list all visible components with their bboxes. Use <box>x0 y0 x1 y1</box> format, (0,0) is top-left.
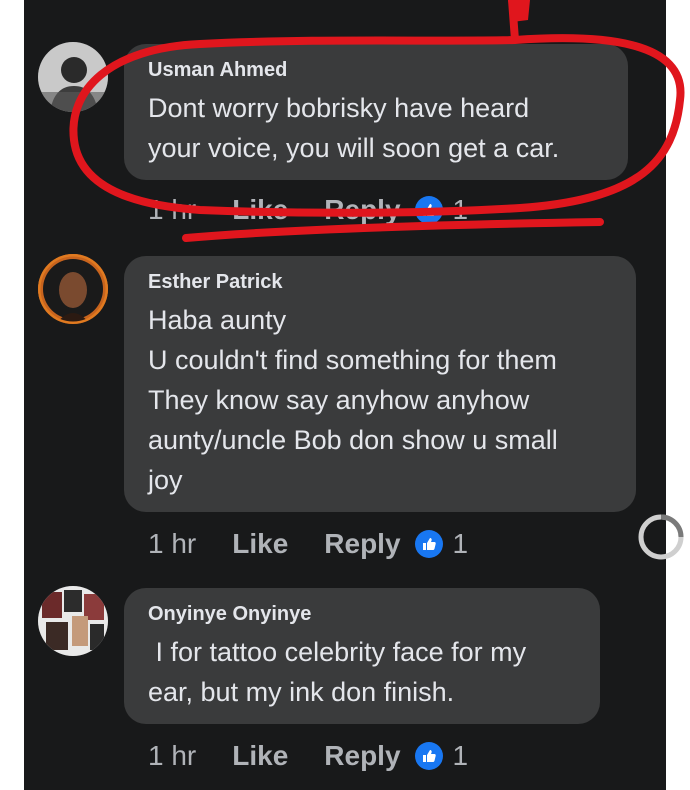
comment-author[interactable]: Esther Patrick <box>148 270 612 294</box>
comment-actions: 1 hr Like Reply 1 <box>148 740 468 772</box>
comment-text: I for tattoo celebrity face for my ear, … <box>148 637 527 707</box>
loading-spinner-icon <box>638 514 684 560</box>
like-button[interactable]: Like <box>232 528 288 560</box>
reaction-count-value: 1 <box>452 740 469 771</box>
avatar[interactable] <box>38 586 108 656</box>
comment-bubble: Esther Patrick Haba aunty U couldn't fin… <box>124 256 636 512</box>
reaction-count-value: 1 <box>452 194 469 225</box>
comment-author[interactable]: Onyinye Onyinye <box>148 602 576 626</box>
comment-bubble: Usman Ahmed Dont worry bobrisky have hea… <box>124 44 628 180</box>
like-thumb-icon <box>414 742 443 770</box>
reply-button[interactable]: Reply <box>324 528 400 560</box>
avatar[interactable] <box>38 254 108 324</box>
comment-actions: 1 hr Like Reply 1 <box>148 194 468 226</box>
reaction-count[interactable]: 1 <box>414 740 469 772</box>
comment-actions: 1 hr Like Reply 1 <box>148 528 468 560</box>
comment-bubble: Onyinye Onyinye I for tattoo celebrity f… <box>124 588 600 724</box>
comment-time[interactable]: 1 hr <box>148 528 196 560</box>
reply-button[interactable]: Reply <box>324 194 400 226</box>
comment-time[interactable]: 1 hr <box>148 740 196 772</box>
like-thumb-icon <box>414 530 443 558</box>
comment-time[interactable]: 1 hr <box>148 194 196 226</box>
like-button[interactable]: Like <box>232 194 288 226</box>
comments-panel: Usman Ahmed Dont worry bobrisky have hea… <box>24 0 666 790</box>
reaction-count-value: 1 <box>452 528 469 559</box>
avatar[interactable] <box>38 42 108 112</box>
reaction-count[interactable]: 1 <box>414 528 469 560</box>
comment-author[interactable]: Usman Ahmed <box>148 58 604 82</box>
comment-text: Haba aunty U couldn't find something for… <box>148 305 558 495</box>
comment-text: Dont worry bobrisky have heard your voic… <box>148 93 560 163</box>
like-thumb-icon <box>414 196 443 224</box>
reaction-count[interactable]: 1 <box>414 194 469 226</box>
like-button[interactable]: Like <box>232 740 288 772</box>
reply-button[interactable]: Reply <box>324 740 400 772</box>
